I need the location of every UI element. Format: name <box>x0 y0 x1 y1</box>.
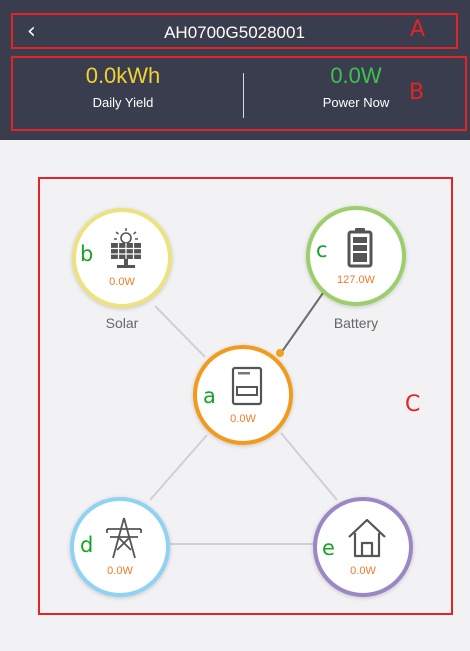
inverter-icon <box>231 366 263 406</box>
battery-icon <box>347 228 373 268</box>
solar-label: Solar <box>105 315 139 331</box>
solar-letter: b <box>80 242 94 266</box>
solar-panel-icon <box>111 228 141 268</box>
inverter-home-line <box>280 432 338 501</box>
solar-inverter-line <box>154 305 206 358</box>
solar-power-value: 0.0W <box>109 276 135 288</box>
inverter-power-value: 0.0W <box>230 413 256 425</box>
battery-power-value: 127.0W <box>337 274 375 286</box>
grid-letter: d <box>80 533 94 557</box>
inverter-grid-line <box>149 434 208 501</box>
battery-letter: c <box>316 238 328 262</box>
flow-dot <box>276 349 284 357</box>
grid-power-value: 0.0W <box>107 565 133 577</box>
annotation-label-c: C <box>405 392 421 417</box>
inverter-letter: a <box>203 384 216 408</box>
power-tower-icon <box>106 517 142 559</box>
home-letter: e <box>322 536 335 560</box>
home-power-value: 0.0W <box>350 565 376 577</box>
home-icon <box>348 518 386 558</box>
battery-label: Battery <box>333 315 379 331</box>
